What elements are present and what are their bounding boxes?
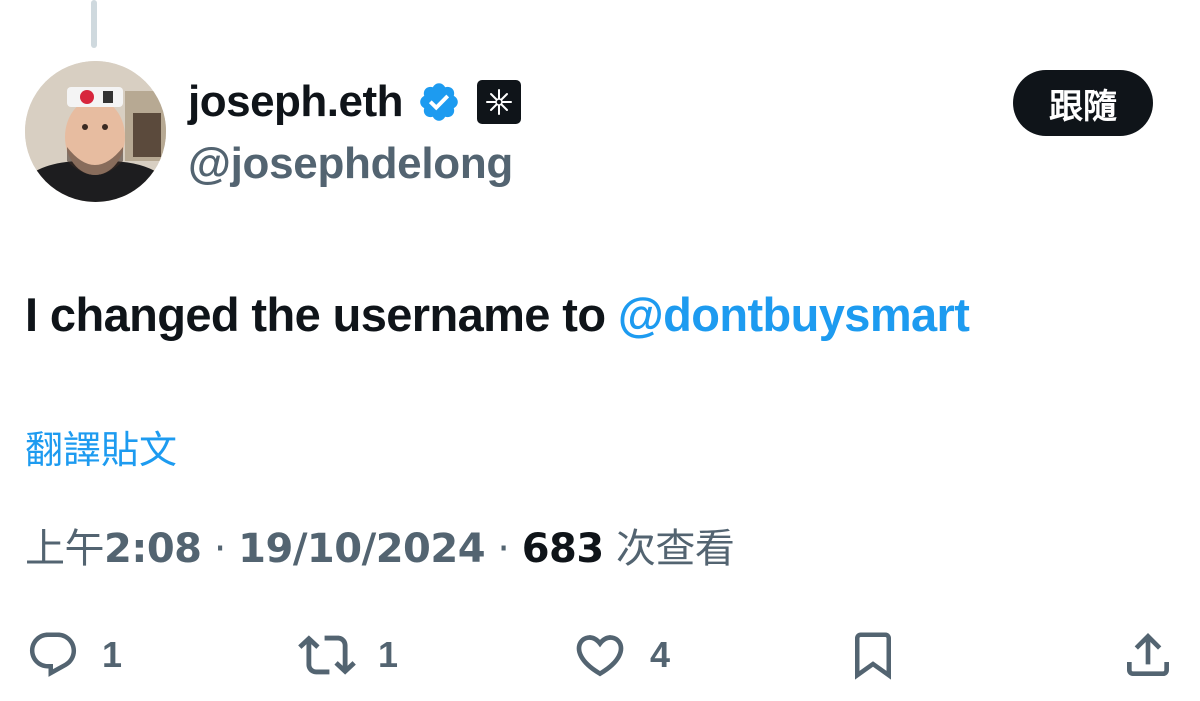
display-name[interactable]: joseph.eth: [188, 74, 404, 130]
post-date[interactable]: 19/10/2024: [238, 526, 485, 572]
share-button[interactable]: [1120, 620, 1176, 690]
meta-separator: ·: [485, 526, 522, 572]
like-count: 4: [650, 634, 671, 675]
post-text: I changed the username to @dontbuysmart: [25, 284, 970, 346]
views-label: 次查看: [603, 526, 735, 572]
avatar-image: [25, 61, 166, 202]
heart-icon: [576, 635, 624, 677]
post-time[interactable]: 2:08: [104, 526, 202, 572]
reply-button[interactable]: 1: [26, 620, 122, 690]
repost-icon: [298, 635, 356, 675]
meta-separator: ·: [201, 526, 239, 572]
reply-count: 1: [102, 634, 123, 675]
action-bar: 1 1 4: [0, 620, 1200, 690]
mention-link[interactable]: @dontbuysmart: [618, 288, 970, 341]
translate-post-link[interactable]: 翻譯貼文: [25, 424, 177, 476]
verified-badge-icon[interactable]: [415, 78, 463, 126]
post-metadata: 上午2:08 · 19/10/2024 · 683 次查看: [25, 522, 735, 576]
share-icon: [1127, 633, 1169, 676]
bookmark-icon: [855, 632, 891, 680]
avatar[interactable]: [25, 61, 166, 202]
post-text-body: I changed the username to: [25, 288, 618, 341]
user-handle[interactable]: @josephdelong: [188, 136, 513, 192]
thread-connector-line: [91, 0, 97, 48]
reply-icon: [29, 632, 77, 677]
like-button[interactable]: 4: [572, 620, 670, 690]
repost-button[interactable]: 1: [298, 620, 398, 690]
bookmark-button[interactable]: [846, 620, 900, 690]
time-prefix[interactable]: 上午: [25, 526, 105, 572]
follow-button[interactable]: 跟隨: [1013, 70, 1153, 136]
repost-count: 1: [378, 634, 399, 675]
author-name-row: joseph.eth: [188, 74, 523, 130]
views-count: 683: [521, 526, 605, 572]
affiliate-badge-icon[interactable]: [475, 78, 523, 126]
